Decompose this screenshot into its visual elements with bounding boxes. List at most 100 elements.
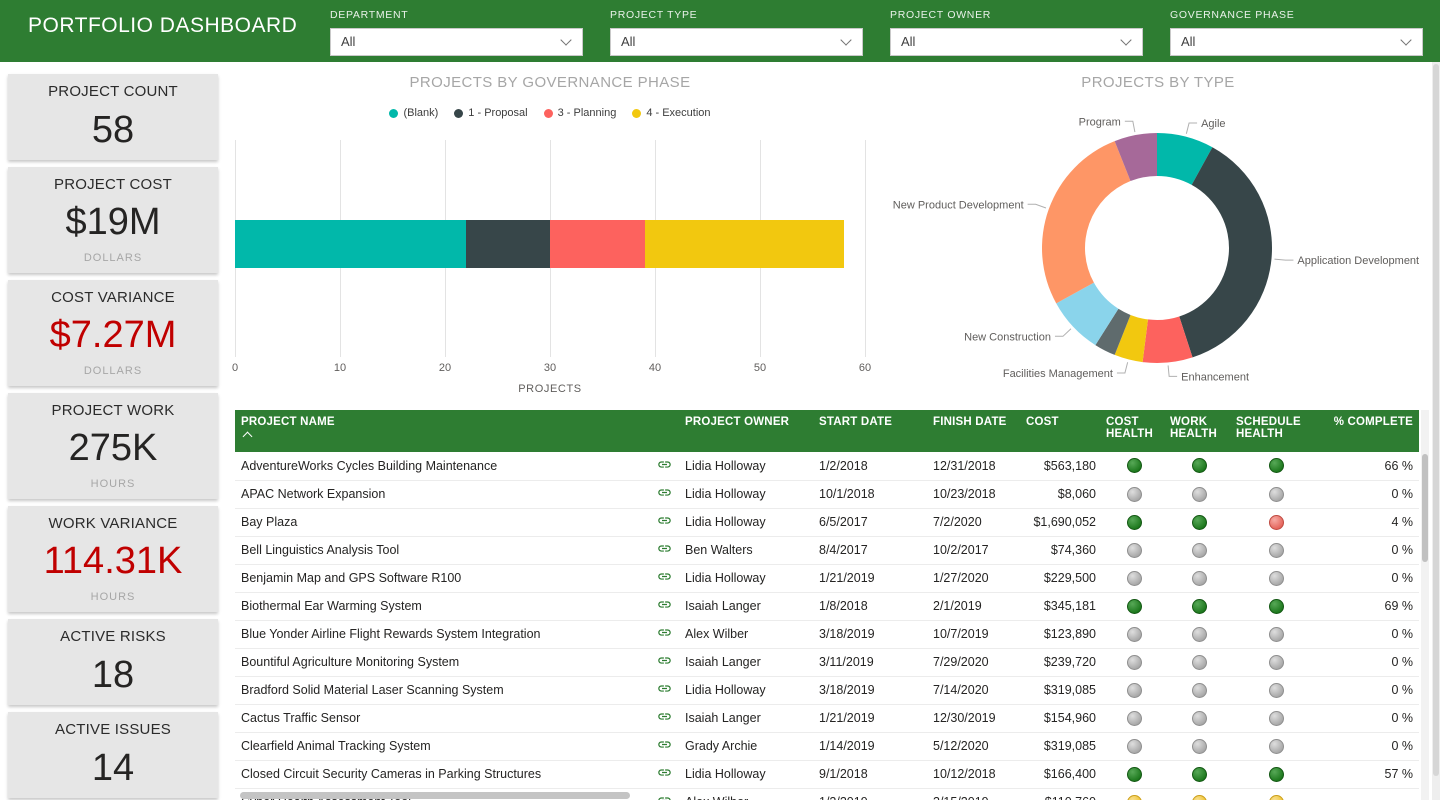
table-row[interactable]: Clearfield Animal Tracking SystemGrady A… [235,732,1419,760]
table-horizontal-scrollbar-thumb[interactable] [240,792,630,799]
filter-governance-phase: GOVERNANCE PHASEAll [1170,9,1423,56]
link-icon[interactable] [657,457,672,472]
cell-link [647,620,681,648]
sort-ascending-icon [243,432,253,442]
column-header-cost-health[interactable]: COST HEALTH [1102,410,1166,452]
governance-chart-legend: (Blank) 1 - Proposal 3 - Planning 4 - Execu… [235,107,865,119]
cell-cost-health [1102,564,1166,592]
filter-dropdown-department[interactable]: All [330,28,583,56]
donut-slice-new-product-development[interactable] [1042,141,1130,303]
table-row[interactable]: Bountiful Agriculture Monitoring SystemI… [235,648,1419,676]
link-icon[interactable] [657,625,672,640]
link-icon[interactable] [657,709,672,724]
table-vertical-scrollbar[interactable] [1421,410,1429,800]
health-indicator-gray [1127,739,1142,754]
legend-item-blank[interactable]: (Blank) [389,107,438,119]
legend-item-4-execution[interactable]: 4 - Execution [632,107,710,119]
column-header-link[interactable] [647,410,681,452]
link-icon[interactable] [657,485,672,500]
bar-segment-blank[interactable] [235,220,466,268]
x-tick-label: 0 [220,362,250,374]
kpi-card-project-work: PROJECT WORK275KHOURS [8,393,218,499]
link-icon[interactable] [657,569,672,584]
table-row[interactable]: APAC Network ExpansionLidia Holloway10/1… [235,480,1419,508]
cell-work-health [1166,788,1232,800]
link-icon[interactable] [657,513,672,528]
cell-start-date: 1/2/2019 [815,788,929,800]
page-scrollbar[interactable] [1432,62,1440,800]
cell-finish-date: 7/29/2020 [929,648,1022,676]
cell-start-date: 3/18/2019 [815,620,929,648]
table-row[interactable]: Bradford Solid Material Laser Scanning S… [235,676,1419,704]
table-row[interactable]: Benjamin Map and GPS Software R100Lidia … [235,564,1419,592]
table-row[interactable]: Blue Yonder Airline Flight Rewards Syste… [235,620,1419,648]
column-header-project-owner[interactable]: PROJECT OWNER [681,410,815,452]
cell-project-name: Bradford Solid Material Laser Scanning S… [235,676,647,704]
cell-link [647,536,681,564]
cell-start-date: 1/8/2018 [815,592,929,620]
table-row[interactable]: Biothermal Ear Warming SystemIsaiah Lang… [235,592,1419,620]
cell-percent-complete: 57 % [1320,760,1419,788]
column-header-schedule-health[interactable]: SCHEDULE HEALTH [1232,410,1320,452]
legend-label: 1 - Proposal [468,107,527,119]
cell-percent-complete: 69 % [1320,592,1419,620]
link-icon[interactable] [657,597,672,612]
cell-cost: $1,690,052 [1022,508,1102,536]
table-row[interactable]: Bell Linguistics Analysis ToolBen Walter… [235,536,1419,564]
bar-segment-1-proposal[interactable] [466,220,550,268]
cell-finish-date: 7/2/2020 [929,508,1022,536]
column-header-cost[interactable]: COST [1022,410,1102,452]
kpi-title: ACTIVE ISSUES [55,721,171,738]
health-indicator-green [1192,515,1207,530]
bar-plot: 0102030405060 [235,140,865,357]
page-title: PORTFOLIO DASHBOARD [28,14,297,38]
legend-item-3-planning[interactable]: 3 - Planning [544,107,617,119]
table-row[interactable]: AdventureWorks Cycles Building Maintenan… [235,452,1419,480]
bar-segment-3-planning[interactable] [550,220,645,268]
kpi-unit: HOURS [91,591,136,603]
column-header-start-date[interactable]: START DATE [815,410,929,452]
donut-label-line [1055,329,1071,337]
link-icon[interactable] [657,541,672,556]
table-row[interactable]: Bay PlazaLidia Holloway6/5/20177/2/2020$… [235,508,1419,536]
portfolio-dashboard-page: PORTFOLIO DASHBOARD DEPARTMENTAllPROJECT… [0,0,1440,800]
cell-start-date: 1/14/2019 [815,732,929,760]
cell-percent-complete: 0 % [1320,480,1419,508]
table-scrollbar-thumb[interactable] [1422,454,1428,562]
filter-dropdown-project-type[interactable]: All [610,28,863,56]
filter-dropdown-governance-phase[interactable]: All [1170,28,1423,56]
kpi-value: 58 [92,100,134,160]
cell-link [647,564,681,592]
health-indicator-green [1269,599,1284,614]
column-header-project-name[interactable]: PROJECT NAME [235,410,647,452]
bar-segment-4-execution[interactable] [645,220,845,268]
health-indicator-green [1127,599,1142,614]
column-header-finish-date[interactable]: FINISH DATE [929,410,1022,452]
legend-label: 3 - Planning [558,107,617,119]
kpi-card-active-risks: ACTIVE RISKS18 [8,619,218,705]
filter-dropdown-project-owner[interactable]: All [890,28,1143,56]
column-header-work-health[interactable]: WORK HEALTH [1166,410,1232,452]
governance-phase-chart: PROJECTS BY GOVERNANCE PHASE (Blank)1 - … [235,70,865,410]
link-icon[interactable] [657,737,672,752]
page-scrollbar-thumb[interactable] [1433,64,1439,776]
link-icon[interactable] [657,681,672,696]
kpi-title: COST VARIANCE [51,289,175,306]
cell-project-name: AdventureWorks Cycles Building Maintenan… [235,452,647,480]
legend-item-1-proposal[interactable]: 1 - Proposal [454,107,527,119]
health-indicator-gray [1269,543,1284,558]
link-icon[interactable] [657,653,672,668]
link-icon[interactable] [657,793,672,800]
x-tick-label: 50 [745,362,775,374]
column-header-label: START DATE [819,416,892,428]
chevron-down-icon [840,34,851,45]
cell-start-date: 9/1/2018 [815,760,929,788]
cell-finish-date: 3/15/2019 [929,788,1022,800]
x-tick-label: 40 [640,362,670,374]
table-row[interactable]: Cactus Traffic SensorIsaiah Langer1/21/2… [235,704,1419,732]
column-header-complete[interactable]: % COMPLETE [1320,410,1419,452]
link-icon[interactable] [657,765,672,780]
filter-label: PROJECT TYPE [610,9,863,21]
health-indicator-gray [1269,571,1284,586]
table-row[interactable]: Closed Circuit Security Cameras in Parki… [235,760,1419,788]
